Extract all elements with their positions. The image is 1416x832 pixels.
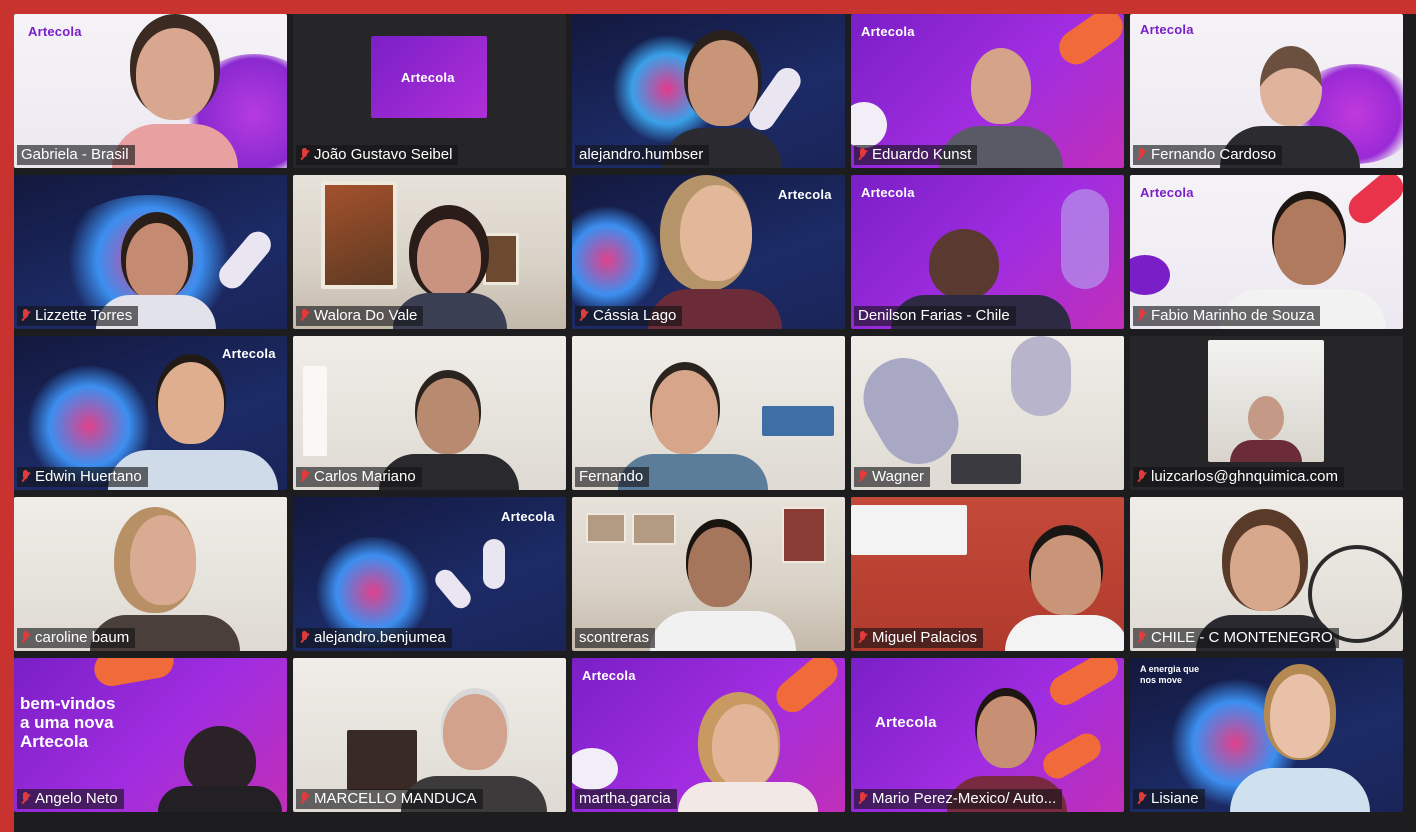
participant-name-label: Lisiane: [1133, 789, 1205, 809]
decorative-shape: [1011, 336, 1071, 416]
brand-logo: Artecola: [1140, 185, 1194, 200]
wall-sign: [851, 505, 967, 555]
muted-mic-icon: [1137, 309, 1146, 323]
participant-tile[interactable]: Artecola martha.garcia: [572, 658, 845, 812]
muted-mic-icon: [1137, 631, 1146, 645]
participant-name-label: Fernando Cardoso: [1133, 145, 1283, 165]
participant-tile[interactable]: Artecola Mario Perez-Mexico/ Auto...: [851, 658, 1124, 812]
participant-name-label: alejandro.benjumea: [296, 628, 452, 648]
participant-name-label: Fernando: [575, 467, 650, 487]
participant-name-label: João Gustavo Seibel: [296, 145, 459, 165]
participant-body: [1230, 440, 1302, 462]
muted-mic-icon: [300, 148, 309, 162]
participant-name-label: CHILE - C MONTENEGRO: [1133, 628, 1339, 648]
wall-frame: [586, 513, 626, 543]
participant-video: [154, 722, 284, 812]
brand-logo: Artecola: [1140, 22, 1194, 37]
participant-name-label: Eduardo Kunst: [854, 145, 978, 165]
participant-tile[interactable]: Artecola Cássia Lago: [572, 175, 845, 329]
participant-video: [642, 511, 802, 651]
participant-video: [1001, 521, 1124, 651]
participant-name-label: caroline baum: [17, 628, 136, 648]
muted-mic-icon: [300, 470, 309, 484]
participant-name-label: luizcarlos@ghnquimica.com: [1133, 467, 1344, 487]
participant-name-label: Lizzette Torres: [17, 306, 139, 326]
brand-logo: Artecola: [875, 714, 937, 731]
participant-tile[interactable]: MARCELLO MANDUCA: [293, 658, 566, 812]
participant-name-label: Mario Perez-Mexico/ Auto...: [854, 789, 1063, 809]
brand-logo: Artecola: [582, 668, 636, 683]
participant-name-label: Edwin Huertano: [17, 467, 148, 487]
camera-video: [1208, 340, 1324, 462]
participant-name-label: Fabio Marinho de Souza: [1133, 306, 1321, 326]
muted-mic-icon: [1137, 470, 1146, 484]
participant-video: [1220, 664, 1380, 812]
participant-tile[interactable]: Artecola Eduardo Kunst: [851, 14, 1124, 168]
decorative-shape: [483, 539, 505, 589]
participant-gallery: Artecola Gabriela - Brasil Artecola João…: [14, 14, 1416, 832]
profile-card: Artecola: [371, 36, 487, 118]
participant-tile[interactable]: Artecola Edwin Huertano: [14, 336, 287, 490]
participant-tile[interactable]: Carlos Mariano: [293, 336, 566, 490]
participant-tile[interactable]: Artecola Fernando Cardoso: [1130, 14, 1403, 168]
muted-mic-icon: [858, 470, 867, 484]
muted-mic-icon: [1137, 792, 1146, 806]
muted-mic-icon: [1137, 148, 1146, 162]
participant-tile[interactable]: Walora Do Vale: [293, 175, 566, 329]
participant-name-label: alejandro.humbser: [575, 145, 710, 165]
participant-name-label: Denilson Farias - Chile: [854, 306, 1016, 326]
slogan-text: A energia que nos move: [1140, 664, 1200, 685]
participant-tile[interactable]: Miguel Palacios: [851, 497, 1124, 651]
participant-name-label: Wagner: [854, 467, 930, 487]
participant-tile[interactable]: Artecola Fabio Marinho de Souza: [1130, 175, 1403, 329]
participant-tile[interactable]: Artecola João Gustavo Seibel: [293, 14, 566, 168]
participant-name-label: Cássia Lago: [575, 306, 683, 326]
muted-mic-icon: [300, 631, 309, 645]
participant-tile[interactable]: Artecola Denilson Farias - Chile: [851, 175, 1124, 329]
participant-tile[interactable]: alejandro.humbser: [572, 14, 845, 168]
participant-tile[interactable]: Wagner: [851, 336, 1124, 490]
participant-name-label: martha.garcia: [575, 789, 677, 809]
muted-mic-icon: [21, 631, 30, 645]
participant-video: [1248, 396, 1284, 440]
participant-video: [672, 692, 822, 812]
brand-logo: Artecola: [28, 24, 82, 39]
wall-poster: [762, 406, 834, 436]
muted-mic-icon: [300, 309, 309, 323]
participant-name-label: Gabriela - Brasil: [17, 145, 135, 165]
participant-name-label: Angelo Neto: [17, 789, 124, 809]
participant-tile[interactable]: Lizzette Torres: [14, 175, 287, 329]
muted-mic-icon: [858, 148, 867, 162]
brand-logo: Artecola: [861, 24, 915, 39]
muted-mic-icon: [21, 792, 30, 806]
participant-tile[interactable]: luizcarlos@ghnquimica.com: [1130, 336, 1403, 490]
brand-logo: Artecola: [861, 185, 915, 200]
participant-name-label: Carlos Mariano: [296, 467, 422, 487]
muted-mic-icon: [858, 792, 867, 806]
brand-logo: Artecola: [401, 70, 455, 85]
muted-mic-icon: [21, 470, 30, 484]
participant-name-label: Miguel Palacios: [854, 628, 984, 648]
participant-tile[interactable]: caroline baum: [14, 497, 287, 651]
muted-mic-icon: [300, 792, 309, 806]
chair: [951, 454, 1021, 484]
brand-logo: Artecola: [501, 509, 555, 524]
participant-name-label: Walora Do Vale: [296, 306, 424, 326]
participant-tile[interactable]: bem-vindos a uma nova Artecola Angelo Ne…: [14, 658, 287, 812]
window-light: [303, 366, 327, 456]
welcome-banner: bem-vindos a uma nova Artecola: [20, 694, 116, 751]
participant-tile[interactable]: Fernando: [572, 336, 845, 490]
muted-mic-icon: [579, 309, 588, 323]
participant-tile[interactable]: A energia que nos move Lisiane: [1130, 658, 1403, 812]
participant-tile[interactable]: CHILE - C MONTENEGRO: [1130, 497, 1403, 651]
muted-mic-icon: [858, 631, 867, 645]
participant-name-label: MARCELLO MANDUCA: [296, 789, 483, 809]
participant-tile[interactable]: Artecola alejandro.benjumea: [293, 497, 566, 651]
participant-name-label: scontreras: [575, 628, 656, 648]
participant-tile[interactable]: scontreras: [572, 497, 845, 651]
muted-mic-icon: [21, 309, 30, 323]
participant-tile[interactable]: Artecola Gabriela - Brasil: [14, 14, 287, 168]
